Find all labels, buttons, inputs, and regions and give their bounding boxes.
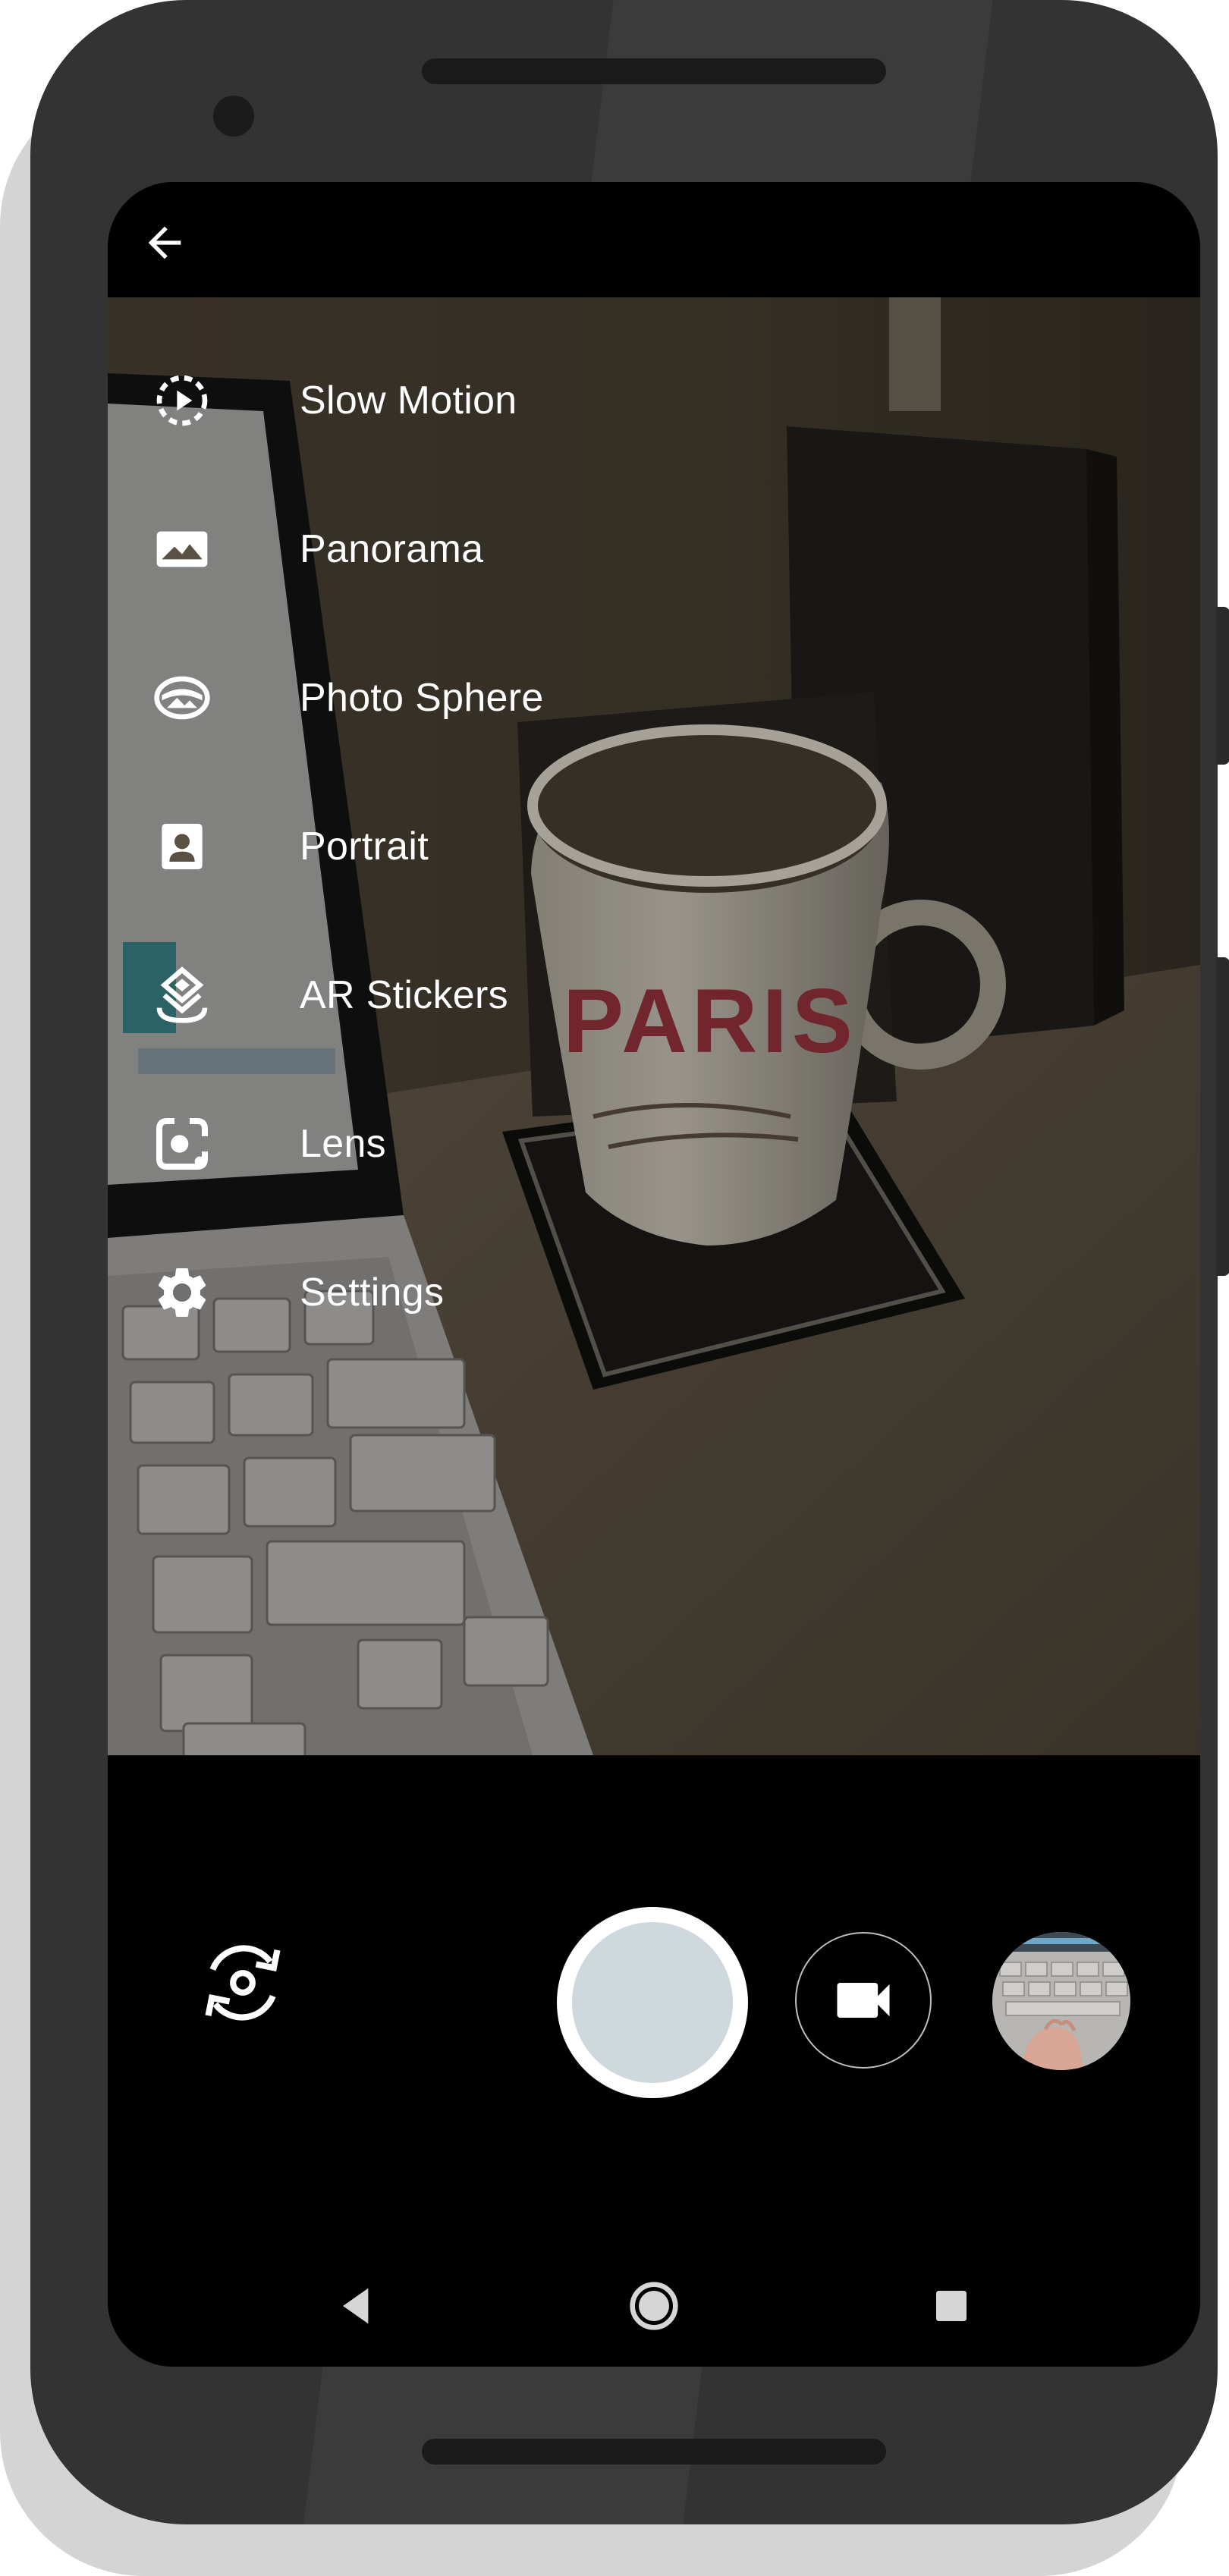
thumbnail-image (992, 1932, 1130, 2070)
bottom-speaker (422, 2439, 886, 2464)
menu-label-panorama: Panorama (300, 527, 484, 571)
nav-home-icon (630, 2282, 678, 2330)
menu-item-ar-stickers[interactable]: AR Stickers (108, 921, 791, 1070)
menu-label-portrait: Portrait (300, 825, 429, 869)
video-mode-button[interactable] (795, 1932, 932, 2069)
system-navigation-bar (108, 2260, 1200, 2367)
switch-camera-button[interactable] (190, 1930, 296, 2036)
slow-motion-icon (146, 364, 218, 437)
power-button (1216, 607, 1229, 765)
nav-home-button[interactable] (624, 2276, 684, 2336)
arrow-back-icon (148, 226, 181, 259)
last-photo-thumbnail[interactable] (992, 1932, 1130, 2070)
top-bar (108, 182, 1200, 297)
menu-item-slow-motion[interactable]: Slow Motion (108, 326, 791, 475)
shutter-button[interactable] (557, 1907, 748, 2098)
menu-item-portrait[interactable]: Portrait (108, 772, 791, 921)
lens-icon (146, 1107, 218, 1180)
top-speaker (422, 58, 886, 84)
ar-stickers-icon (146, 959, 218, 1032)
shutter-icon (572, 1922, 733, 2083)
camera-viewfinder[interactable]: PARIS Slow Motion Panorama Photo Sphere … (108, 297, 1200, 1755)
menu-label-settings: Settings (300, 1271, 445, 1315)
switch-camera-icon (205, 1945, 281, 2021)
nav-recents-icon (936, 2291, 967, 2321)
back-button[interactable] (130, 209, 199, 277)
menu-item-panorama[interactable]: Panorama (108, 475, 791, 624)
menu-item-photo-sphere[interactable]: Photo Sphere (108, 624, 791, 772)
photo-sphere-icon (146, 661, 218, 734)
phone-frame: PARIS Slow Motion Panorama Photo Sphere … (30, 0, 1218, 2524)
nav-recents-button[interactable] (921, 2276, 982, 2336)
menu-item-settings[interactable]: Settings (108, 1218, 791, 1367)
front-camera (213, 96, 254, 137)
menu-label-lens: Lens (300, 1122, 386, 1166)
menu-label-ar-stickers: AR Stickers (300, 973, 508, 1017)
menu-label-photo-sphere: Photo Sphere (300, 676, 544, 720)
menu-label-slow-motion: Slow Motion (300, 379, 517, 423)
nav-back-button[interactable] (328, 2276, 388, 2336)
camera-mode-menu: Slow Motion Panorama Photo Sphere Portra… (108, 326, 791, 1367)
portrait-icon (146, 810, 218, 883)
volume-rocker (1216, 957, 1229, 1276)
settings-gear-icon (146, 1256, 218, 1329)
videocam-icon (837, 1983, 890, 2018)
nav-back-icon (343, 2288, 369, 2324)
camera-controls (108, 1755, 1200, 2367)
menu-item-lens[interactable]: Lens (108, 1070, 791, 1218)
panorama-icon (146, 513, 218, 586)
screen: PARIS Slow Motion Panorama Photo Sphere … (108, 182, 1200, 2367)
